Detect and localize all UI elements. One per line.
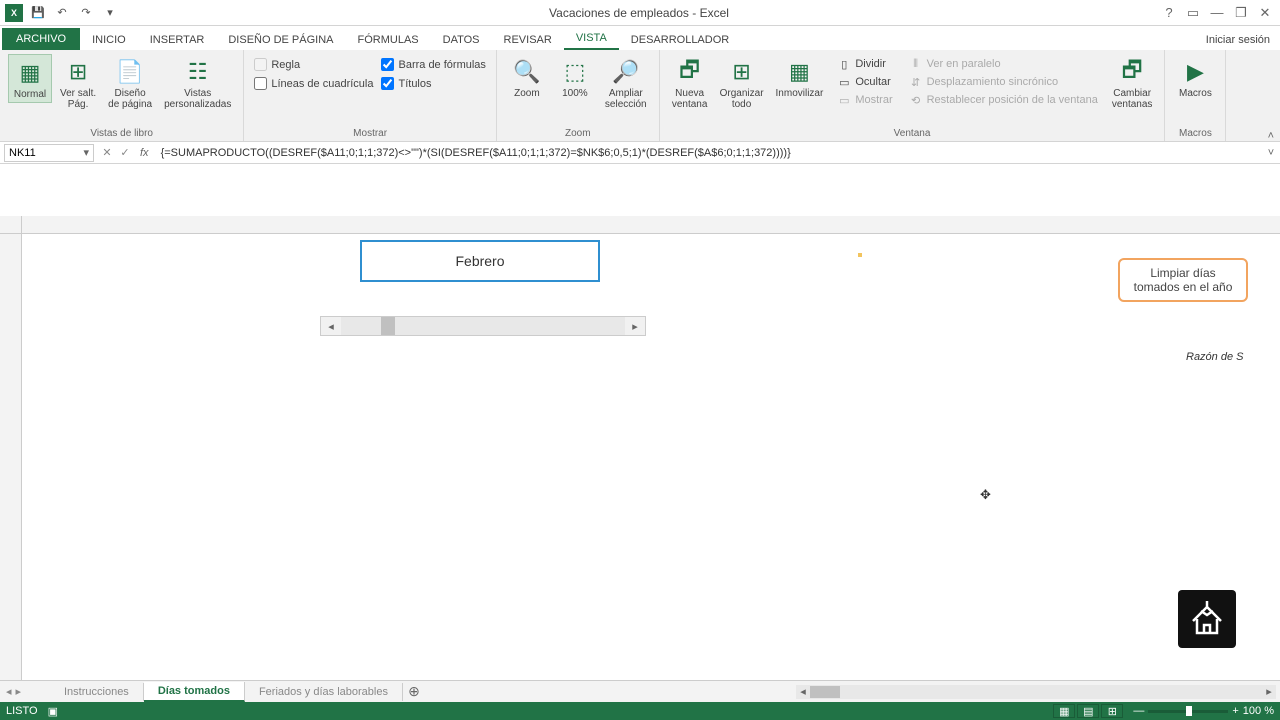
side-by-side[interactable]: ⫴Ver en paralelo	[905, 56, 1102, 72]
row-headers	[0, 234, 22, 684]
check-gridlines[interactable]: Líneas de cuadrícula	[254, 77, 373, 90]
group-zoom-label: Zoom	[505, 126, 651, 139]
cancel-formula[interactable]: ✕	[98, 146, 116, 159]
zoom-level[interactable]: 100 %	[1243, 705, 1274, 717]
tab-layout[interactable]: DISEÑO DE PÁGINA	[216, 30, 345, 50]
show-button[interactable]: ▭Mostrar	[833, 92, 896, 108]
switch-windows[interactable]: 🗗Cambiar ventanas	[1108, 54, 1157, 112]
excel-icon[interactable]: X	[4, 3, 24, 23]
arrange-all[interactable]: ⊞Organizar todo	[716, 54, 768, 112]
redo-button[interactable]: ↷	[76, 3, 96, 23]
window-title: Vacaciones de empleados - Excel	[120, 6, 1158, 20]
ribbon: ▦Normal ⊞Ver salt. Pág. 📄Diseño de págin…	[0, 50, 1280, 142]
tab-data[interactable]: DATOS	[431, 30, 492, 50]
check-ruler[interactable]: Regla	[254, 58, 373, 71]
split-button[interactable]: ▯Dividir	[833, 56, 896, 72]
group-show-label: Mostrar	[252, 126, 488, 139]
reset-position[interactable]: ⟲Restablecer posición de la ventana	[905, 92, 1102, 108]
reason-heading: Razón de S	[1186, 351, 1243, 363]
group-window-label: Ventana	[668, 126, 1157, 139]
group-views-label: Vistas de libro	[8, 126, 235, 139]
zoom-in[interactable]: +	[1232, 705, 1238, 717]
sync-scroll[interactable]: ⇵Desplazamiento sincrónico	[905, 74, 1102, 90]
restore-button[interactable]: ❐	[1230, 2, 1252, 24]
view-pagelayout-status[interactable]: ▤	[1077, 704, 1099, 718]
cursor-icon: ✥	[980, 487, 991, 503]
tab-insert[interactable]: INSERTAR	[138, 30, 217, 50]
undo-button[interactable]: ↶	[52, 3, 72, 23]
name-box[interactable]: NK11▾	[4, 144, 94, 162]
close-button[interactable]: ✕	[1254, 2, 1276, 24]
check-headings[interactable]: Títulos	[381, 77, 485, 90]
select-all-corner[interactable]	[0, 216, 22, 233]
new-window[interactable]: 🗗Nueva ventana	[668, 54, 712, 112]
qa-customize[interactable]: ▾	[100, 3, 120, 23]
sheet-tab-dias[interactable]: Días tomados	[144, 682, 245, 702]
slider-right-icon[interactable]: ▸	[625, 320, 645, 333]
view-custom[interactable]: ☷Vistas personalizadas	[160, 54, 235, 112]
view-pagelayout[interactable]: 📄Diseño de página	[104, 54, 156, 112]
slider-thumb[interactable]	[381, 317, 395, 335]
tab-nav-prev[interactable]: ◂	[6, 685, 12, 698]
sheet-tab-instructions[interactable]: Instrucciones	[50, 683, 144, 701]
expand-formula-bar[interactable]: ˅	[1262, 147, 1280, 159]
sheet-tab-bar: ◂ ▸ Instrucciones Días tomados Feriados …	[0, 680, 1280, 702]
cell-grid[interactable]	[22, 234, 1280, 684]
check-formulabar[interactable]: Barra de fórmulas	[381, 58, 485, 71]
formula-input[interactable]: {=SUMAPRODUCTO((DESREF($A11;0;1;1;372)<>…	[155, 147, 1262, 159]
view-pagebreak[interactable]: ⊞Ver salt. Pág.	[56, 54, 100, 112]
tab-review[interactable]: REVISAR	[492, 30, 564, 50]
accept-formula[interactable]: ✓	[116, 146, 134, 159]
fx-button[interactable]: fx	[134, 147, 155, 159]
group-macros-label: Macros	[1173, 126, 1217, 139]
zoom-control[interactable]: — + 100 %	[1133, 705, 1274, 717]
zoom-button[interactable]: 🔍Zoom	[505, 54, 549, 101]
ribbon-options-button[interactable]: ▭	[1182, 2, 1204, 24]
sheet-tab-feriados[interactable]: Feriados y días laborables	[245, 683, 403, 701]
legend-table	[858, 253, 862, 257]
status-bar: LISTO ▣ ▦ ▤ ⊞ — + 100 %	[0, 702, 1280, 720]
tab-file[interactable]: ARCHIVO	[2, 28, 80, 50]
zoom-selection[interactable]: 🔎Ampliar selección	[601, 54, 651, 112]
tab-developer[interactable]: DESARROLLADOR	[619, 30, 741, 50]
sign-in-link[interactable]: Iniciar sesión	[1196, 30, 1280, 50]
tab-view[interactable]: VISTA	[564, 28, 619, 50]
horizontal-scrollbar[interactable]: ◂▸	[796, 685, 1276, 699]
slider-left-icon[interactable]: ◂	[321, 320, 341, 333]
zoom-out[interactable]: —	[1133, 705, 1144, 717]
add-sheet-button[interactable]: ⊕	[403, 681, 425, 703]
freeze-panes[interactable]: ▦Inmovilizar	[772, 54, 828, 101]
tab-home[interactable]: INICIO	[80, 30, 138, 50]
minimize-button[interactable]: —	[1206, 2, 1228, 24]
month-title: Febrero	[360, 240, 600, 282]
titlebar: X 💾 ↶ ↷ ▾ Vacaciones de empleados - Exce…	[0, 0, 1280, 26]
worksheet: Febrero ◂ ▸ Limpiar días tomados en el a…	[0, 168, 1280, 684]
quick-access: X 💾 ↶ ↷ ▾	[4, 3, 120, 23]
tab-formulas[interactable]: FÓRMULAS	[346, 30, 431, 50]
tab-nav-next[interactable]: ▸	[16, 685, 22, 698]
view-normal-status[interactable]: ▦	[1053, 704, 1075, 718]
view-pagebreak-status[interactable]: ⊞	[1101, 704, 1123, 718]
month-slider[interactable]: ◂ ▸	[320, 316, 646, 336]
clear-days-button[interactable]: Limpiar días tomados en el año	[1118, 258, 1248, 302]
hide-button[interactable]: ▭Ocultar	[833, 74, 896, 90]
column-headers	[0, 216, 1280, 234]
overlay-home-icon	[1178, 590, 1236, 648]
help-button[interactable]: ?	[1158, 2, 1180, 24]
view-normal[interactable]: ▦Normal	[8, 54, 52, 103]
zoom-100[interactable]: ⬚100%	[553, 54, 597, 101]
collapse-ribbon-icon[interactable]: ˄	[1268, 130, 1274, 142]
ribbon-tabs: ARCHIVO INICIO INSERTAR DISEÑO DE PÁGINA…	[0, 26, 1280, 50]
status-ready: LISTO	[6, 705, 38, 717]
macro-record-icon[interactable]: ▣	[48, 705, 58, 718]
macros-button[interactable]: ▶Macros	[1173, 54, 1217, 101]
save-button[interactable]: 💾	[28, 3, 48, 23]
formula-bar: NK11▾ ✕ ✓ fx {=SUMAPRODUCTO((DESREF($A11…	[0, 142, 1280, 164]
